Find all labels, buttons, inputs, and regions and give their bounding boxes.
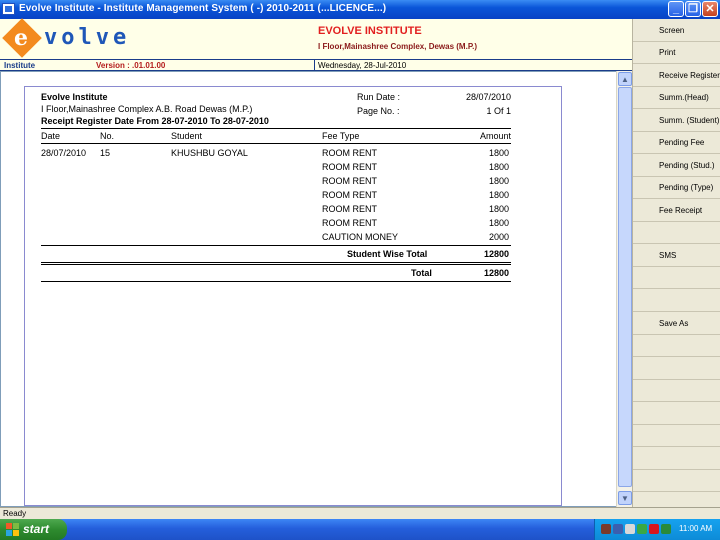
restore-button[interactable]: ❐ xyxy=(685,1,701,17)
windows-flag-icon xyxy=(6,523,19,536)
total-rule-bottom xyxy=(41,281,511,282)
info-version: Version : .01.01.00 xyxy=(96,61,166,70)
antivirus-icon[interactable] xyxy=(649,524,659,534)
blank-button[interactable] xyxy=(633,358,720,380)
monitor-icon[interactable] xyxy=(613,524,623,534)
report-org-name: Evolve Institute xyxy=(41,92,108,102)
line-fee-type: ROOM RENT xyxy=(322,204,377,214)
info-date: Wednesday, 28-Jul-2010 xyxy=(318,61,407,70)
grand-total-value: 12800 xyxy=(483,268,509,278)
app-icon xyxy=(2,3,15,15)
line-fee-type: ROOM RENT xyxy=(322,176,377,186)
col-date: Date xyxy=(41,131,61,141)
info-bar: Institute Version : .01.01.00 Wednesday,… xyxy=(0,59,632,71)
blank-button[interactable] xyxy=(633,425,720,447)
screen-button[interactable]: Screen xyxy=(633,20,720,42)
row-student: KHUSHBU GOYAL xyxy=(171,148,248,158)
line-amount: 1800 xyxy=(488,176,509,186)
row-date: 28/07/2010 xyxy=(41,148,87,158)
taskbar: start 11:00 AM xyxy=(0,519,720,540)
line-amount: 1800 xyxy=(488,204,509,214)
vertical-scrollbar[interactable]: ▲ ▼ xyxy=(616,71,632,507)
line-fee-type: ROOM RENT xyxy=(322,218,377,228)
header-rule-bottom xyxy=(41,143,511,144)
blank-button[interactable] xyxy=(633,335,720,357)
info-institute: Institute xyxy=(4,61,36,70)
save-as-button[interactable]: Save As xyxy=(633,313,720,335)
line-fee-type: ROOM RENT xyxy=(322,148,377,158)
line-amount: 1800 xyxy=(488,162,509,172)
start-button[interactable]: start xyxy=(0,519,67,540)
system-tray: 11:00 AM xyxy=(594,519,720,540)
scroll-up-arrow-icon[interactable]: ▲ xyxy=(618,72,632,86)
blank-button[interactable] xyxy=(633,290,720,312)
title-bar: Evolve Institute - Institute Management … xyxy=(0,0,720,19)
col-student: Student xyxy=(171,131,203,141)
status-bar: Ready xyxy=(0,507,720,519)
line-amount: 1800 xyxy=(488,190,509,200)
scroll-down-arrow-icon[interactable]: ▼ xyxy=(618,491,632,505)
total-rule-1 xyxy=(41,262,511,263)
blank-button[interactable] xyxy=(633,222,720,244)
speaker-icon[interactable] xyxy=(625,524,635,534)
pending-type-button[interactable]: Pending (Type) xyxy=(633,177,720,199)
fee-receipt-button[interactable]: Fee Receipt xyxy=(633,200,720,222)
line-fee-type: CAUTION MONEY xyxy=(322,232,399,242)
header-rule-top xyxy=(41,128,511,129)
start-label: start xyxy=(23,522,50,536)
subtotal-rule xyxy=(41,245,511,246)
grand-total-label: Total xyxy=(411,268,432,278)
logo-text: volve xyxy=(44,25,131,50)
network-icon[interactable] xyxy=(601,524,611,534)
update-icon[interactable] xyxy=(661,524,671,534)
pending-fee-button[interactable]: Pending Fee xyxy=(633,132,720,154)
report-org-address: I Floor,Mainashree Complex A.B. Road Dew… xyxy=(41,104,253,114)
run-date-value: 28/07/2010 xyxy=(465,92,511,102)
security-icon[interactable] xyxy=(637,524,647,534)
run-date-label: Run Date : xyxy=(357,92,401,102)
blank-button[interactable] xyxy=(633,448,720,470)
pending-stud-button[interactable]: Pending (Stud.) xyxy=(633,155,720,177)
close-button[interactable]: ✕ xyxy=(702,1,718,17)
row-no: 15 xyxy=(100,148,111,158)
summ-student-button[interactable]: Summ. (Student) xyxy=(633,110,720,132)
info-divider xyxy=(314,60,315,71)
blank-button[interactable] xyxy=(633,267,720,289)
page-no-label: Page No. : xyxy=(357,106,400,116)
window-title: Evolve Institute - Institute Management … xyxy=(19,3,387,14)
minimize-button[interactable]: _ xyxy=(668,1,684,17)
page-no-value: 1 Of 1 xyxy=(486,106,511,116)
line-amount: 1800 xyxy=(488,148,509,158)
receive-register-button[interactable]: Receive Register xyxy=(633,65,720,87)
clock[interactable]: 11:00 AM xyxy=(679,524,712,533)
total-rule-2 xyxy=(41,264,511,265)
report-title: Receipt Register Date From 28-07-2010 To… xyxy=(41,116,269,126)
report-viewer[interactable]: Evolve Institute I Floor,Mainashree Comp… xyxy=(0,71,632,507)
status-text: Ready xyxy=(3,509,27,518)
institute-address: I Floor,Mainashree Complex, Dewas (M.P.) xyxy=(318,42,478,51)
scroll-thumb[interactable] xyxy=(618,87,632,487)
report-page: Evolve Institute I Floor,Mainashree Comp… xyxy=(24,86,562,506)
student-total-label: Student Wise Total xyxy=(347,249,428,259)
col-no: No. xyxy=(100,131,115,141)
blank-button[interactable] xyxy=(633,403,720,425)
student-total-value: 12800 xyxy=(483,249,509,259)
command-panel: Screen Print Receive Register Summ.(Head… xyxy=(632,19,720,507)
line-amount: 2000 xyxy=(488,232,509,242)
col-fee-type: Fee Type xyxy=(322,131,360,141)
logo-letter: e xyxy=(14,25,28,51)
institute-name: EVOLVE INSTITUTE xyxy=(318,25,422,37)
line-fee-type: ROOM RENT xyxy=(322,162,377,172)
line-fee-type: ROOM RENT xyxy=(322,190,377,200)
logo: e volve xyxy=(2,18,132,58)
line-amount: 1800 xyxy=(488,218,509,228)
col-amount: Amount xyxy=(479,131,511,141)
sms-button[interactable]: SMS xyxy=(633,245,720,267)
blank-button[interactable] xyxy=(633,380,720,402)
print-button[interactable]: Print xyxy=(633,42,720,64)
summ-head-button[interactable]: Summ.(Head) xyxy=(633,87,720,109)
blank-button[interactable] xyxy=(633,470,720,492)
